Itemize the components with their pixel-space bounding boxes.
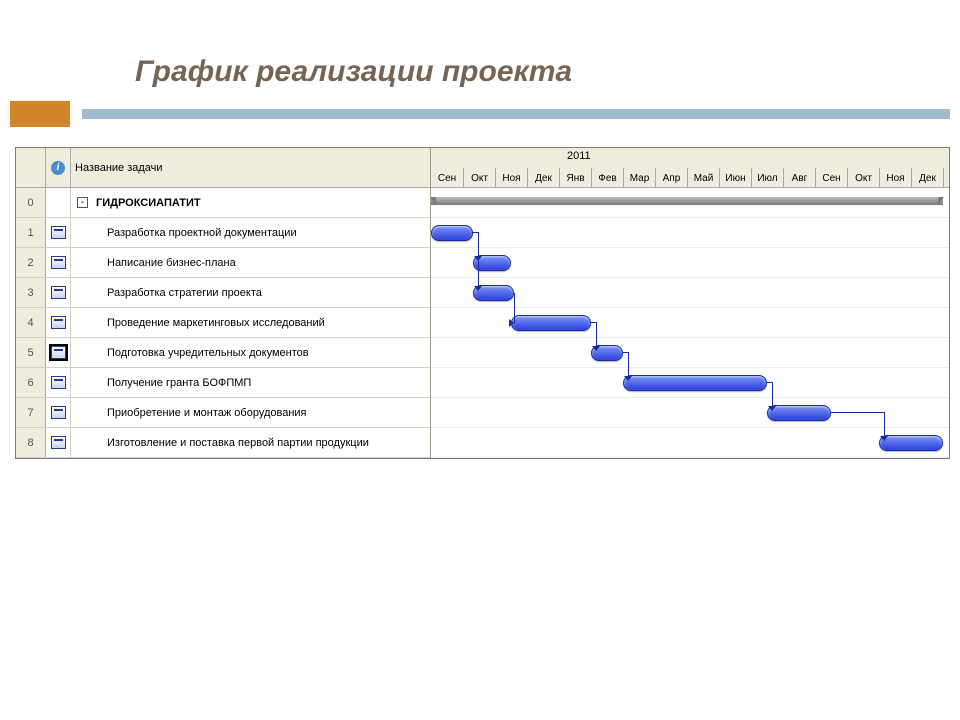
timeline[interactable]: 2011 СенОктНояДекЯнвФевМарАпрМайИюнИюлАв… bbox=[431, 148, 949, 458]
calendar-icon bbox=[51, 346, 66, 359]
accent-orange bbox=[10, 101, 70, 127]
gantt-bar[interactable] bbox=[511, 315, 591, 331]
task-row[interactable]: 2 Написание бизнес-плана bbox=[16, 248, 430, 278]
task-row-name: Приобретение и монтаж оборудования bbox=[71, 398, 430, 427]
timeline-month: Сен bbox=[815, 168, 847, 188]
task-row-name: Изготовление и поставка первой партии пр… bbox=[71, 428, 430, 457]
timeline-month: Сен bbox=[431, 168, 463, 188]
timeline-month: Дек bbox=[911, 168, 943, 188]
task-row-number: 0 bbox=[16, 188, 46, 217]
calendar-icon bbox=[51, 436, 66, 449]
task-row-indicator bbox=[46, 188, 71, 217]
gantt-bar[interactable] bbox=[767, 405, 831, 421]
task-row-name: Написание бизнес-плана bbox=[71, 248, 430, 277]
gantt-chart: i Название задачи 0 -ГИДРОКСИАПАТИТ 1 Разра… bbox=[15, 147, 950, 459]
timeline-month: Авг bbox=[783, 168, 815, 188]
timeline-month: Июн bbox=[719, 168, 751, 188]
timeline-body[interactable] bbox=[431, 188, 949, 458]
task-row-number: 2 bbox=[16, 248, 46, 277]
calendar-icon bbox=[51, 376, 66, 389]
info-icon: i bbox=[51, 161, 65, 175]
task-row-number: 7 bbox=[16, 398, 46, 427]
timeline-month: Окт bbox=[847, 168, 879, 188]
task-table-header: i Название задачи bbox=[16, 148, 430, 188]
timeline-month: Ноя bbox=[879, 168, 911, 188]
gantt-bar[interactable] bbox=[623, 375, 767, 391]
task-row-indicator bbox=[46, 248, 71, 277]
task-row-name: Получение гранта БОФПМП bbox=[71, 368, 430, 397]
timeline-row[interactable] bbox=[431, 428, 949, 458]
task-row-indicator bbox=[46, 218, 71, 247]
task-row[interactable]: 6 Получение гранта БОФПМП bbox=[16, 368, 430, 398]
timeline-month: Я bbox=[943, 168, 949, 188]
gantt-bar[interactable] bbox=[431, 225, 473, 241]
col-header-info[interactable]: i bbox=[46, 148, 71, 188]
task-table: i Название задачи 0 -ГИДРОКСИАПАТИТ 1 Разра… bbox=[16, 148, 431, 458]
calendar-icon bbox=[51, 316, 66, 329]
timeline-row[interactable] bbox=[431, 368, 949, 398]
task-row-indicator bbox=[46, 278, 71, 307]
col-header-taskname[interactable]: Название задачи bbox=[71, 148, 430, 188]
calendar-icon bbox=[51, 286, 66, 299]
task-row-number: 4 bbox=[16, 308, 46, 337]
task-row-number: 8 bbox=[16, 428, 46, 457]
timeline-month: Апр bbox=[655, 168, 687, 188]
task-row[interactable]: 5 Подготовка учредительных документов bbox=[16, 338, 430, 368]
timeline-month: Фев bbox=[591, 168, 623, 188]
timeline-month: Мар bbox=[623, 168, 655, 188]
collapse-toggle[interactable]: - bbox=[77, 197, 88, 208]
task-row-name: Подготовка учредительных документов bbox=[71, 338, 430, 367]
task-row[interactable]: 1 Разработка проектной документации bbox=[16, 218, 430, 248]
task-row-indicator bbox=[46, 398, 71, 427]
timeline-row[interactable] bbox=[431, 398, 949, 428]
task-row-indicator bbox=[46, 338, 71, 367]
task-row-name: -ГИДРОКСИАПАТИТ bbox=[71, 188, 430, 217]
accent-bar bbox=[0, 101, 960, 127]
task-row[interactable]: 4 Проведение маркетинговых исследований bbox=[16, 308, 430, 338]
calendar-icon bbox=[51, 406, 66, 419]
gantt-summary-bar[interactable] bbox=[431, 197, 943, 205]
task-row-number: 6 bbox=[16, 368, 46, 397]
timeline-row[interactable] bbox=[431, 188, 949, 218]
timeline-month: Май bbox=[687, 168, 719, 188]
timeline-month: Ноя bbox=[495, 168, 527, 188]
task-row-number: 1 bbox=[16, 218, 46, 247]
accent-blue bbox=[82, 109, 950, 119]
timeline-row[interactable] bbox=[431, 248, 949, 278]
timeline-month: Янв bbox=[559, 168, 591, 188]
timeline-month: Окт bbox=[463, 168, 495, 188]
timeline-month: Июл bbox=[751, 168, 783, 188]
task-row-indicator bbox=[46, 368, 71, 397]
timeline-month: Дек bbox=[527, 168, 559, 188]
timeline-row[interactable] bbox=[431, 278, 949, 308]
task-row-name: Проведение маркетинговых исследований bbox=[71, 308, 430, 337]
calendar-icon bbox=[51, 226, 66, 239]
task-row-indicator bbox=[46, 308, 71, 337]
task-row[interactable]: 8 Изготовление и поставка первой партии п… bbox=[16, 428, 430, 458]
task-row[interactable]: 0 -ГИДРОКСИАПАТИТ bbox=[16, 188, 430, 218]
gantt-bar[interactable] bbox=[879, 435, 943, 451]
col-header-number[interactable] bbox=[16, 148, 46, 188]
task-row[interactable]: 3 Разработка стратегии проекта bbox=[16, 278, 430, 308]
timeline-row[interactable] bbox=[431, 338, 949, 368]
task-row[interactable]: 7 Приобретение и монтаж оборудования bbox=[16, 398, 430, 428]
timeline-header: 2011 СенОктНояДекЯнвФевМарАпрМайИюнИюлАв… bbox=[431, 148, 949, 188]
timeline-months: СенОктНояДекЯнвФевМарАпрМайИюнИюлАвгСенО… bbox=[431, 168, 949, 188]
task-row-number: 5 bbox=[16, 338, 46, 367]
calendar-icon bbox=[51, 256, 66, 269]
task-row-name: Разработка стратегии проекта bbox=[71, 278, 430, 307]
task-row-name: Разработка проектной документации bbox=[71, 218, 430, 247]
page-title: График реализации проекта bbox=[0, 0, 960, 101]
task-row-indicator bbox=[46, 428, 71, 457]
timeline-row[interactable] bbox=[431, 218, 949, 248]
timeline-year: 2011 bbox=[563, 150, 591, 168]
task-row-number: 3 bbox=[16, 278, 46, 307]
